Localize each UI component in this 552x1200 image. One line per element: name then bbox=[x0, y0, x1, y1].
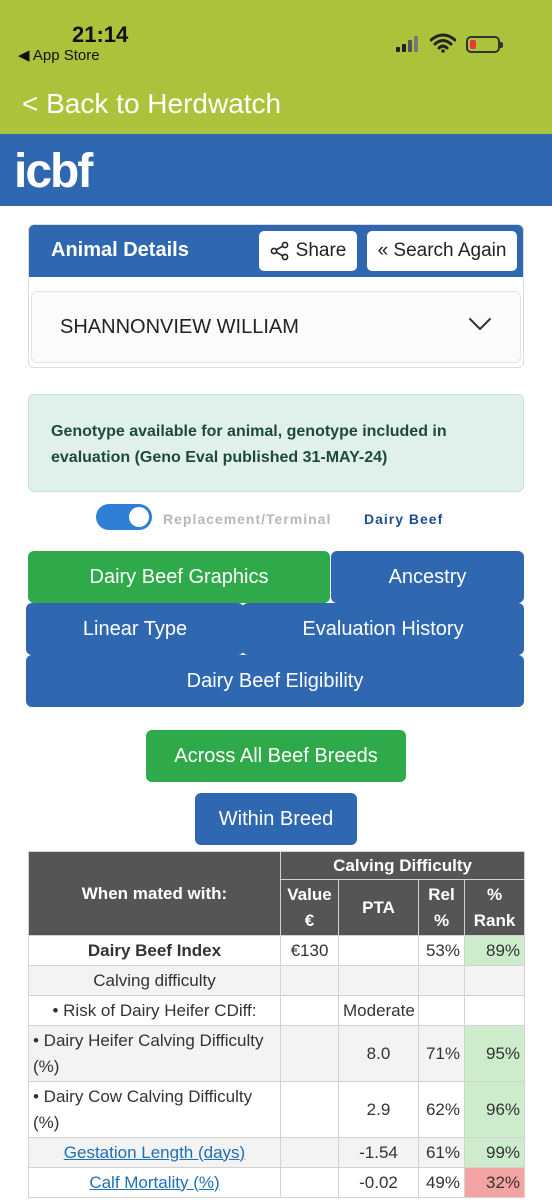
animal-details-header: Animal Details Share « Search Again bbox=[29, 225, 523, 277]
across-all-beef-breeds-label: Across All Beef Breeds bbox=[174, 744, 378, 767]
table-row: • Risk of Dairy Heifer CDiff: Moderate bbox=[28, 995, 526, 1026]
icbf-logo: icbf bbox=[14, 145, 93, 198]
row-value: €130 bbox=[280, 935, 339, 966]
toggle-label-replacement-terminal: Replacement/Terminal bbox=[163, 511, 332, 527]
within-breed-button[interactable]: Within Breed bbox=[195, 793, 357, 845]
row-pta: -0.02 bbox=[338, 1167, 419, 1198]
tab-dairy-beef-graphics[interactable]: Dairy Beef Graphics bbox=[28, 551, 330, 603]
row-label-link-cell: Gestation Length (days) bbox=[28, 1137, 281, 1168]
animal-details-card: Animal Details Share « Search Again SHAN… bbox=[28, 224, 524, 368]
share-button[interactable]: Share bbox=[259, 231, 357, 271]
toggle-label-dairy-beef: Dairy Beef bbox=[364, 511, 444, 527]
row-rank: 95% bbox=[463, 1025, 526, 1082]
tab-dairy-beef-graphics-label: Dairy Beef Graphics bbox=[89, 565, 269, 588]
row-value bbox=[280, 965, 339, 996]
share-icon bbox=[270, 241, 289, 261]
tab-dairy-beef-eligibility-label: Dairy Beef Eligibility bbox=[186, 669, 364, 692]
header-value-line1: Value bbox=[287, 884, 332, 904]
battery-icon bbox=[466, 36, 503, 53]
table-row: • Dairy Heifer Calving Difficulty (%) 8.… bbox=[28, 1025, 526, 1082]
header-calving-difficulty: Calving Difficulty bbox=[279, 851, 526, 880]
header-rel-line1: Rel bbox=[428, 884, 455, 904]
share-label: Share bbox=[295, 240, 347, 261]
header-value-line2: € bbox=[304, 910, 315, 930]
header-rel: Rel % bbox=[418, 879, 465, 936]
back-to-herdwatch-link[interactable]: < Back to Herdwatch bbox=[22, 88, 281, 120]
chevron-down-icon bbox=[469, 318, 491, 330]
header-rank-line2: Rank bbox=[473, 910, 516, 930]
header-value: Value € bbox=[280, 879, 339, 936]
brand-header: icbf bbox=[0, 134, 552, 206]
tab-ancestry-label: Ancestry bbox=[388, 565, 467, 588]
wifi-icon bbox=[430, 33, 456, 53]
row-value bbox=[280, 995, 339, 1026]
tab-dairy-beef-eligibility[interactable]: Dairy Beef Eligibility bbox=[26, 655, 524, 707]
row-rank bbox=[463, 995, 526, 1026]
status-bar: 21:14 ◀ App Store bbox=[0, 0, 552, 74]
row-value bbox=[280, 1167, 339, 1198]
row-value bbox=[280, 1025, 339, 1082]
calf-mortality-link[interactable]: Calf Mortality (%) bbox=[89, 1173, 219, 1192]
animal-select-value: SHANNONVIEW WILLIAM bbox=[60, 316, 299, 338]
within-breed-label: Within Breed bbox=[218, 807, 334, 830]
row-rank bbox=[463, 965, 526, 996]
row-label: • Dairy Heifer Calving Difficulty (%) bbox=[28, 1025, 281, 1082]
row-pta bbox=[338, 935, 419, 966]
back-bar: < Back to Herdwatch bbox=[0, 74, 552, 134]
row-rank: 96% bbox=[463, 1081, 526, 1138]
row-rank: 89% bbox=[463, 935, 526, 966]
genotype-alert-message: Genotype available for animal, genotype … bbox=[51, 423, 447, 466]
row-label: • Dairy Cow Calving Difficulty (%) bbox=[28, 1081, 281, 1138]
row-rel: 71% bbox=[418, 1025, 465, 1082]
tab-ancestry[interactable]: Ancestry bbox=[331, 551, 524, 603]
table-row: Dairy Beef Index €130 53% 89% bbox=[28, 935, 526, 966]
calving-difficulty-table: When mated with: Calving Difficulty Valu… bbox=[28, 851, 526, 1198]
row-label: Dairy Beef Index bbox=[28, 935, 281, 966]
tab-evaluation-history-label: Evaluation History bbox=[302, 617, 464, 640]
row-rel: 49% bbox=[418, 1167, 465, 1198]
row-pta: 2.9 bbox=[338, 1081, 419, 1138]
header-rank-line1: % bbox=[486, 884, 503, 904]
back-to-app-store-link[interactable]: ◀ App Store bbox=[18, 46, 100, 64]
tab-linear-type-label: Linear Type bbox=[82, 617, 188, 640]
table-row: Calf Mortality (%) -0.02 49% 32% bbox=[28, 1167, 526, 1198]
row-rel: 62% bbox=[418, 1081, 465, 1138]
table-row: Calving difficulty bbox=[28, 965, 526, 996]
tab-evaluation-history[interactable]: Evaluation History bbox=[242, 603, 524, 655]
row-value bbox=[280, 1081, 339, 1138]
row-rel bbox=[418, 995, 465, 1026]
row-pta: Moderate bbox=[338, 995, 419, 1026]
animal-select[interactable]: SHANNONVIEW WILLIAM bbox=[31, 291, 521, 363]
across-all-beef-breeds-button[interactable]: Across All Beef Breeds bbox=[146, 730, 406, 782]
table-row: Gestation Length (days) -1.54 61% 99% bbox=[28, 1137, 526, 1168]
search-again-label: « Search Again bbox=[377, 240, 507, 261]
tab-linear-type[interactable]: Linear Type bbox=[26, 603, 244, 655]
row-label-link-cell: Calf Mortality (%) bbox=[28, 1167, 281, 1198]
cellular-signal-icon bbox=[396, 36, 422, 52]
row-pta: -1.54 bbox=[338, 1137, 419, 1168]
gestation-length-link[interactable]: Gestation Length (days) bbox=[64, 1143, 245, 1162]
header-rel-line2: % bbox=[433, 910, 450, 930]
row-pta: 8.0 bbox=[338, 1025, 419, 1082]
row-rel: 61% bbox=[418, 1137, 465, 1168]
dairy-beef-toggle[interactable] bbox=[96, 504, 152, 530]
header-rank: % Rank bbox=[463, 879, 526, 936]
row-rel bbox=[418, 965, 465, 996]
animal-details-title: Animal Details bbox=[51, 239, 189, 261]
row-rank: 99% bbox=[463, 1137, 526, 1168]
header-pta: PTA bbox=[338, 879, 419, 936]
genotype-alert: Genotype available for animal, genotype … bbox=[28, 394, 524, 492]
header-when-mated-with: When mated with: bbox=[28, 851, 281, 936]
row-rel: 53% bbox=[418, 935, 465, 966]
search-again-button[interactable]: « Search Again bbox=[367, 231, 517, 271]
toggle-knob bbox=[129, 507, 149, 527]
row-value bbox=[280, 1137, 339, 1168]
row-pta bbox=[338, 965, 419, 996]
status-time: 21:14 bbox=[72, 22, 129, 47]
table-row: • Dairy Cow Calving Difficulty (%) 2.9 6… bbox=[28, 1081, 526, 1138]
row-label: Calving difficulty bbox=[28, 965, 281, 996]
row-rank: 32% bbox=[463, 1167, 526, 1198]
row-label: • Risk of Dairy Heifer CDiff: bbox=[28, 995, 281, 1026]
